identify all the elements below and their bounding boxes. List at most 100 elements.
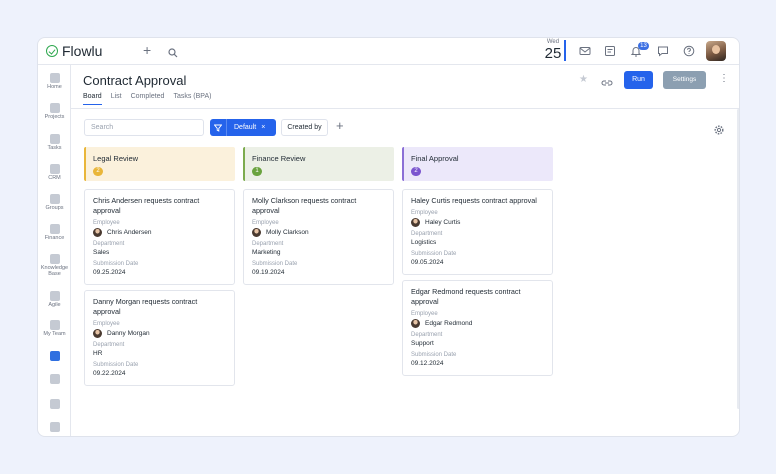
logo[interactable]: Flowlu [46, 43, 102, 59]
card-title: Haley Curtis requests contract approval [411, 196, 537, 205]
employee-label: Employee [93, 321, 120, 327]
sidebar-item-label: Groups [45, 205, 64, 211]
sidebar-item-extra-3[interactable] [38, 422, 71, 432]
column-header: Legal Review 2 [84, 147, 235, 181]
submission-date-value: 09.22.2024 [93, 370, 126, 377]
sidebar-item-crm[interactable]: CRM [38, 164, 71, 181]
board-column-final-approval: Final Approval 2 Haley Curtis requests c… [402, 147, 553, 376]
sidebar-item-home[interactable]: Home [38, 73, 71, 90]
employee-row: Molly Clarkson [252, 228, 385, 237]
board-scrollbar[interactable] [737, 109, 739, 409]
task-card[interactable]: Molly Clarkson requests contract approva… [243, 189, 394, 285]
groups-icon [49, 194, 60, 204]
column-title: Legal Review [93, 154, 139, 163]
submission-date-label: Submission Date [252, 261, 298, 267]
column-count-badge: 2 [411, 167, 421, 176]
link-icon[interactable] [601, 75, 613, 93]
filter-default-chip[interactable]: Default × [210, 119, 276, 136]
tab-board[interactable]: Board [83, 93, 102, 105]
tab-list[interactable]: List [111, 93, 122, 105]
knowledge-base-icon [49, 254, 60, 264]
filter-label: Default [234, 124, 257, 131]
board-column-finance-review: Finance Review 1 Molly Clarkson requests… [243, 147, 394, 285]
logo-icon [46, 45, 58, 57]
add-icon[interactable]: + [143, 43, 151, 57]
user-avatar[interactable] [706, 41, 726, 61]
task-card[interactable]: Danny Morgan requests contract approval … [84, 290, 235, 386]
task-card[interactable]: Edgar Redmond requests contract approval… [402, 280, 553, 376]
add-filter-icon[interactable]: + [336, 118, 344, 133]
tab-tasks-bpa[interactable]: Tasks (BPA) [173, 93, 211, 105]
notification-badge: 13 [638, 42, 649, 50]
board-column-legal-review: Legal Review 2 Chris Andersen requests c… [84, 147, 235, 386]
card-title: Danny Morgan requests contract approval [93, 297, 198, 316]
app-icon [49, 422, 60, 432]
department-value: Support [411, 340, 434, 347]
sidebar-item-groups[interactable]: Groups [38, 194, 71, 211]
view-tabs: Board List Completed Tasks (BPA) [83, 93, 211, 105]
column-title: Final Approval [411, 154, 459, 163]
header-divider [71, 108, 739, 109]
run-button[interactable]: Run [624, 71, 653, 89]
mail-icon[interactable] [579, 44, 593, 58]
search-icon[interactable] [168, 45, 178, 63]
sidebar-item-extra-1[interactable] [38, 374, 71, 384]
employee-avatar [93, 228, 102, 237]
sidebar-item-label: Finance [44, 235, 65, 241]
column-title: Finance Review [252, 154, 306, 163]
submission-date-value: 09.12.2024 [411, 360, 444, 367]
finance-icon [49, 224, 60, 234]
chat-icon[interactable] [657, 44, 671, 58]
task-card[interactable]: Haley Curtis requests contract approval … [402, 189, 553, 275]
clear-filter-icon[interactable]: × [256, 124, 265, 131]
employee-name: Chris Andersen [107, 229, 152, 236]
sidebar-item-label: My Team [43, 331, 66, 337]
department-value: Marketing [252, 249, 281, 256]
sidebar-item-label: Projects [44, 114, 65, 120]
filter-icon [210, 119, 227, 136]
submission-date-label: Submission Date [411, 251, 457, 257]
agile-icon [49, 291, 60, 301]
task-card[interactable]: Chris Andersen requests contract approva… [84, 189, 235, 285]
department-label: Department [93, 342, 125, 348]
top-bar: Flowlu + Wed 25 13 [38, 38, 739, 65]
department-value: HR [93, 350, 103, 357]
employee-name: Molly Clarkson [266, 229, 309, 236]
notes-icon[interactable] [604, 44, 618, 58]
employee-name: Edgar Redmond [425, 320, 473, 327]
gear-icon[interactable] [714, 122, 724, 140]
sidebar-item-label: Home [47, 84, 62, 90]
employee-avatar [252, 228, 261, 237]
submission-date-label: Submission Date [411, 352, 457, 358]
sidebar-item-label: Agile [48, 302, 61, 308]
search-input[interactable]: Search [84, 119, 204, 136]
page-title: Contract Approval [83, 73, 187, 88]
date-number: 25 [544, 45, 562, 62]
tab-completed[interactable]: Completed [131, 93, 165, 105]
calendar-date[interactable]: Wed 25 [541, 39, 565, 61]
crm-icon [49, 164, 60, 174]
more-options-icon[interactable]: ⋮ [719, 74, 729, 84]
sidebar-item-label: Knowledge Base [40, 265, 69, 277]
sidebar-item-tasks[interactable]: Tasks [38, 134, 71, 151]
projects-icon [49, 103, 60, 113]
sidebar-item-knowledge-base[interactable]: Knowledge Base [38, 254, 71, 277]
star-icon[interactable]: ★ [579, 74, 588, 85]
app-icon [49, 374, 60, 384]
sidebar-item-processes[interactable] [38, 351, 71, 361]
sidebar-item-finance[interactable]: Finance [38, 224, 71, 241]
submission-date-value: 09.05.2024 [411, 259, 444, 266]
help-icon[interactable] [683, 44, 697, 58]
created-by-filter[interactable]: Created by [281, 119, 328, 136]
sidebar-item-my-team[interactable]: My Team [38, 320, 71, 337]
employee-row: Edgar Redmond [411, 319, 544, 328]
employee-avatar [411, 319, 420, 328]
employee-name: Danny Morgan [107, 330, 150, 337]
sidebar-item-extra-2[interactable] [38, 399, 71, 409]
settings-button[interactable]: Settings [663, 71, 706, 89]
sidebar-item-agile[interactable]: Agile [38, 291, 71, 308]
sidebar-item-projects[interactable]: Projects [38, 103, 71, 120]
employee-row: Chris Andersen [93, 228, 226, 237]
department-label: Department [252, 241, 284, 247]
my-team-icon [49, 320, 60, 330]
